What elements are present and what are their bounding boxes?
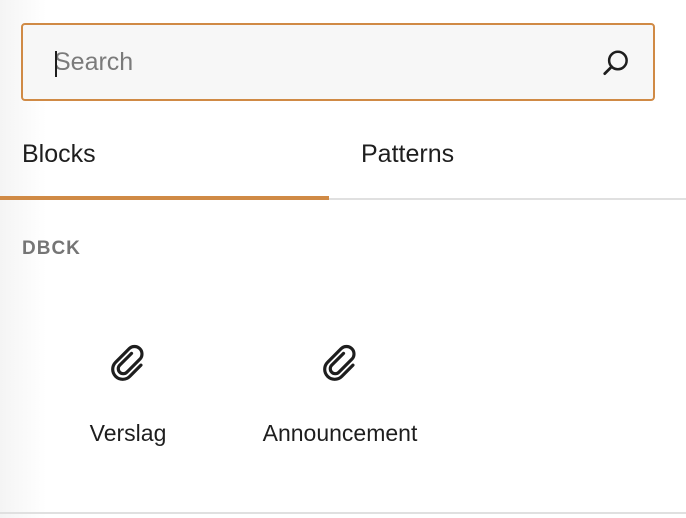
block-item-announcement[interactable]: Announcement [245, 320, 435, 460]
search-box[interactable] [21, 23, 655, 101]
divider [0, 512, 686, 514]
paperclip-icon [323, 344, 356, 381]
active-tab-indicator [0, 196, 329, 200]
block-item-label: Verslag [89, 420, 167, 446]
search-icon[interactable] [601, 48, 631, 78]
tab-blocks[interactable]: Blocks [22, 110, 96, 198]
block-inserter-panel: Blocks Patterns DBCK Verslag Announcemen… [0, 0, 686, 518]
category-title: DBCK [22, 238, 81, 259]
text-caret [55, 51, 57, 77]
block-item-verslag[interactable]: Verslag [33, 320, 223, 460]
paperclip-icon [111, 344, 144, 381]
inserter-tabs: Blocks Patterns [0, 110, 686, 200]
tab-patterns[interactable]: Patterns [361, 110, 454, 198]
search-input[interactable] [54, 25, 574, 99]
block-item-label: Announcement [262, 420, 418, 446]
